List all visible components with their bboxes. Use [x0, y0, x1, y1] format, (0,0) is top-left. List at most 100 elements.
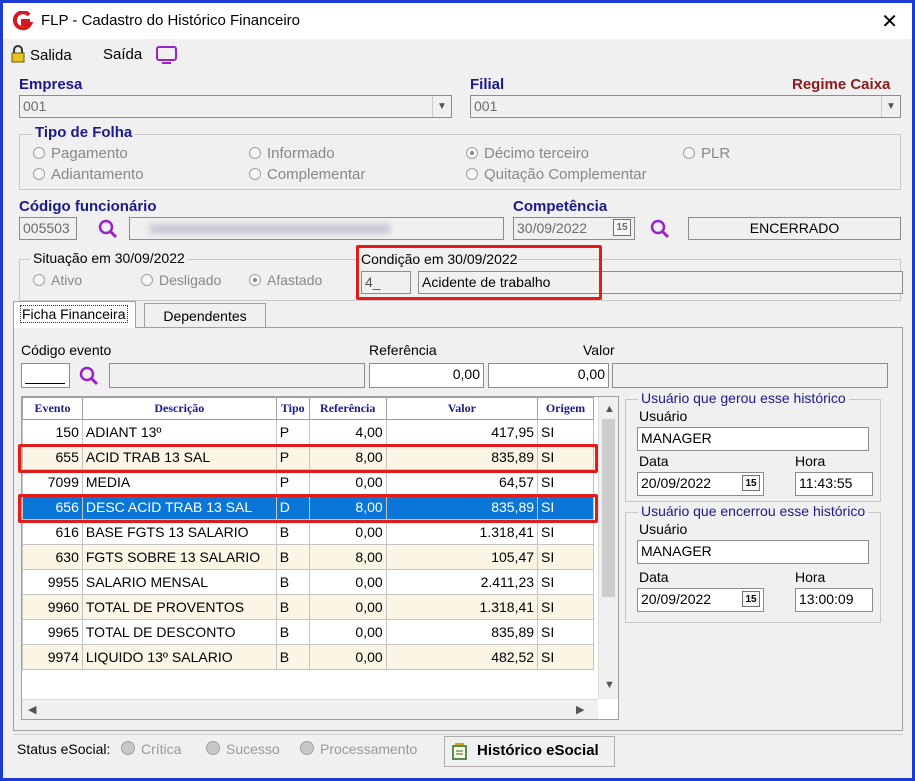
table-row[interactable]: 7099 MEDIA P 0,00 64,57 SI — [22, 469, 594, 495]
situacao-title: Situação em 30/09/2022 — [30, 250, 188, 266]
referencia-label: Referência — [369, 342, 437, 358]
table-row[interactable]: 150 ADIANT 13º P 4,00 417,95 SI — [22, 419, 594, 445]
horizontal-scrollbar[interactable]: ◀ ▶ — [22, 699, 598, 719]
radio-quitacao-complementar[interactable]: Quitação Complementar — [466, 166, 647, 183]
close-icon[interactable]: ✕ — [881, 9, 898, 34]
exit2-button[interactable]: Saída — [103, 46, 142, 63]
empresa-select[interactable]: 001 ▼ — [19, 95, 452, 118]
table-row[interactable]: 616 BASE FGTS 13 SALARIO B 0,00 1.318,41 SI — [22, 519, 594, 545]
toolbar: Salida Saída — [3, 39, 912, 69]
status-esocial-label: Status eSocial: — [17, 741, 111, 757]
col-descricao[interactable]: Descrição — [81, 397, 277, 420]
exit-button[interactable]: Salida — [30, 47, 72, 64]
chevron-right-icon[interactable]: ▶ — [576, 703, 584, 716]
gerou-data-label: Data — [639, 453, 669, 469]
lock-icon — [11, 45, 25, 63]
radio-plr[interactable]: PLR — [683, 145, 730, 162]
radio-afastado[interactable]: Afastado — [249, 272, 322, 288]
radio-critica[interactable]: Crítica — [121, 741, 181, 757]
monitor-icon[interactable] — [155, 45, 179, 65]
funcionario-label: Código funcionário — [19, 198, 157, 215]
encerrou-data-field: 20/09/2022 15 — [637, 588, 764, 612]
chevron-down-icon[interactable]: ▼ — [881, 96, 900, 117]
funcionario-code-field[interactable]: 005503 — [19, 217, 77, 240]
chevron-up-icon[interactable]: ▲ — [604, 403, 615, 415]
competencia-status: ENCERRADO — [688, 217, 901, 240]
empresa-label: Empresa — [19, 76, 83, 93]
table-row[interactable]: 9955 SALARIO MENSAL B 0,00 2.411,23 SI — [22, 569, 594, 595]
footer-divider — [13, 734, 903, 735]
gerou-user-field: MANAGER — [637, 427, 869, 451]
gerou-user-label: Usuário — [639, 408, 688, 424]
encerrou-hora-label: Hora — [795, 569, 826, 585]
col-valor[interactable]: Valor — [385, 397, 539, 420]
tab-ficha-financeira[interactable]: Ficha Financeira — [13, 301, 136, 328]
historico-esocial-button[interactable]: Histórico eSocial — [444, 736, 615, 767]
tipo-folha-group: Tipo de Folha — [19, 124, 901, 190]
table-row[interactable]: 655 ACID TRAB 13 SAL P 8,00 835,89 SI — [22, 444, 594, 470]
search-icon[interactable] — [97, 218, 119, 240]
referencia-field[interactable]: 0,00 — [369, 363, 484, 388]
radio-decimo-terceiro[interactable]: Décimo terceiro — [466, 145, 589, 162]
radio-pagamento[interactable]: Pagamento — [33, 145, 128, 162]
document-icon — [452, 743, 467, 760]
tipo-folha-title: Tipo de Folha — [32, 124, 136, 141]
encerrou-user-label: Usuário — [639, 521, 688, 537]
table-row[interactable]: 630 FGTS SOBRE 13 SALARIO B 8,00 105,47 SI — [22, 544, 594, 570]
evento-code-field[interactable] — [21, 363, 70, 388]
filial-label: Filial — [470, 76, 505, 93]
chevron-down-icon[interactable]: ▼ — [432, 96, 451, 117]
radio-informado[interactable]: Informado — [249, 145, 335, 162]
chevron-left-icon[interactable]: ◀ — [28, 703, 36, 716]
radio-desligado[interactable]: Desligado — [141, 272, 221, 288]
table-row[interactable]: 9974 LIQUIDO 13º SALARIO B 0,00 482,52 SI — [22, 644, 594, 670]
funcionario-name-field — [129, 217, 504, 240]
main-window: FLP - Cadastro do Histórico Financeiro ✕… — [0, 0, 915, 781]
valor-extra-field — [612, 363, 888, 388]
blurred-name — [150, 224, 390, 234]
col-referencia[interactable]: Referência — [308, 397, 387, 420]
gerou-hora-label: Hora — [795, 453, 826, 469]
radio-processamento[interactable]: Processamento — [300, 741, 417, 757]
competencia-label: Competência — [513, 198, 608, 215]
table-row-selected[interactable]: 656 DESC ACID TRAB 13 SAL D 8,00 835,89 SI — [22, 494, 594, 520]
radio-complementar[interactable]: Complementar — [249, 166, 365, 183]
scroll-thumb[interactable] — [602, 419, 615, 597]
radio-adiantamento[interactable]: Adiantamento — [33, 166, 144, 183]
table-row[interactable]: 9965 TOTAL DE DESCONTO B 0,00 835,89 SI — [22, 619, 594, 645]
encerrou-user-field: MANAGER — [637, 540, 869, 564]
vertical-scrollbar[interactable]: ▲ ▼ — [598, 397, 618, 699]
valor-label: Valor — [583, 342, 615, 358]
radio-sucesso[interactable]: Sucesso — [206, 741, 280, 757]
events-table: Evento Descrição Tipo Referência Valor O… — [22, 397, 594, 670]
table-row[interactable]: 9960 TOTAL DE PROVENTOS B 0,00 1.318,41 SI — [22, 594, 594, 620]
encerrou-title: Usuário que encerrou esse histórico — [638, 503, 869, 519]
events-grid: Evento Descrição Tipo Referência Valor O… — [21, 396, 619, 720]
tab-dependentes[interactable]: Dependentes — [144, 303, 266, 327]
filial-value: 001 — [474, 98, 498, 114]
evento-desc-field — [109, 363, 365, 388]
radio-ativo[interactable]: Ativo — [33, 272, 82, 288]
table-header: Evento Descrição Tipo Referência Valor O… — [22, 397, 594, 420]
condicao-title: Condição em 30/09/2022 — [361, 251, 518, 267]
search-icon[interactable] — [649, 218, 671, 240]
search-icon[interactable] — [78, 365, 100, 387]
encerrou-hora-field: 13:00:09 — [795, 588, 873, 612]
encerrou-data-label: Data — [639, 569, 669, 585]
calendar-icon[interactable]: 15 — [742, 475, 760, 491]
col-tipo[interactable]: Tipo — [275, 397, 310, 420]
valor-field[interactable]: 0,00 — [488, 363, 609, 388]
chevron-down-icon[interactable]: ▼ — [604, 679, 615, 691]
filial-select[interactable]: 001 ▼ — [470, 95, 901, 118]
regime-label: Regime Caixa — [792, 76, 891, 93]
col-origem[interactable]: Origem — [537, 397, 594, 420]
col-evento[interactable]: Evento — [22, 397, 83, 420]
title-bar: FLP - Cadastro do Histórico Financeiro ✕ — [3, 3, 912, 39]
evento-label: Código evento — [21, 342, 112, 358]
calendar-icon[interactable]: 15 — [613, 219, 631, 236]
gerou-data-field: 20/09/2022 15 — [637, 472, 764, 496]
app-logo-icon — [13, 11, 33, 31]
calendar-icon[interactable]: 15 — [742, 591, 760, 607]
competencia-date-field[interactable]: 30/09/2022 15 — [513, 217, 635, 240]
empresa-value: 001 — [23, 98, 47, 114]
